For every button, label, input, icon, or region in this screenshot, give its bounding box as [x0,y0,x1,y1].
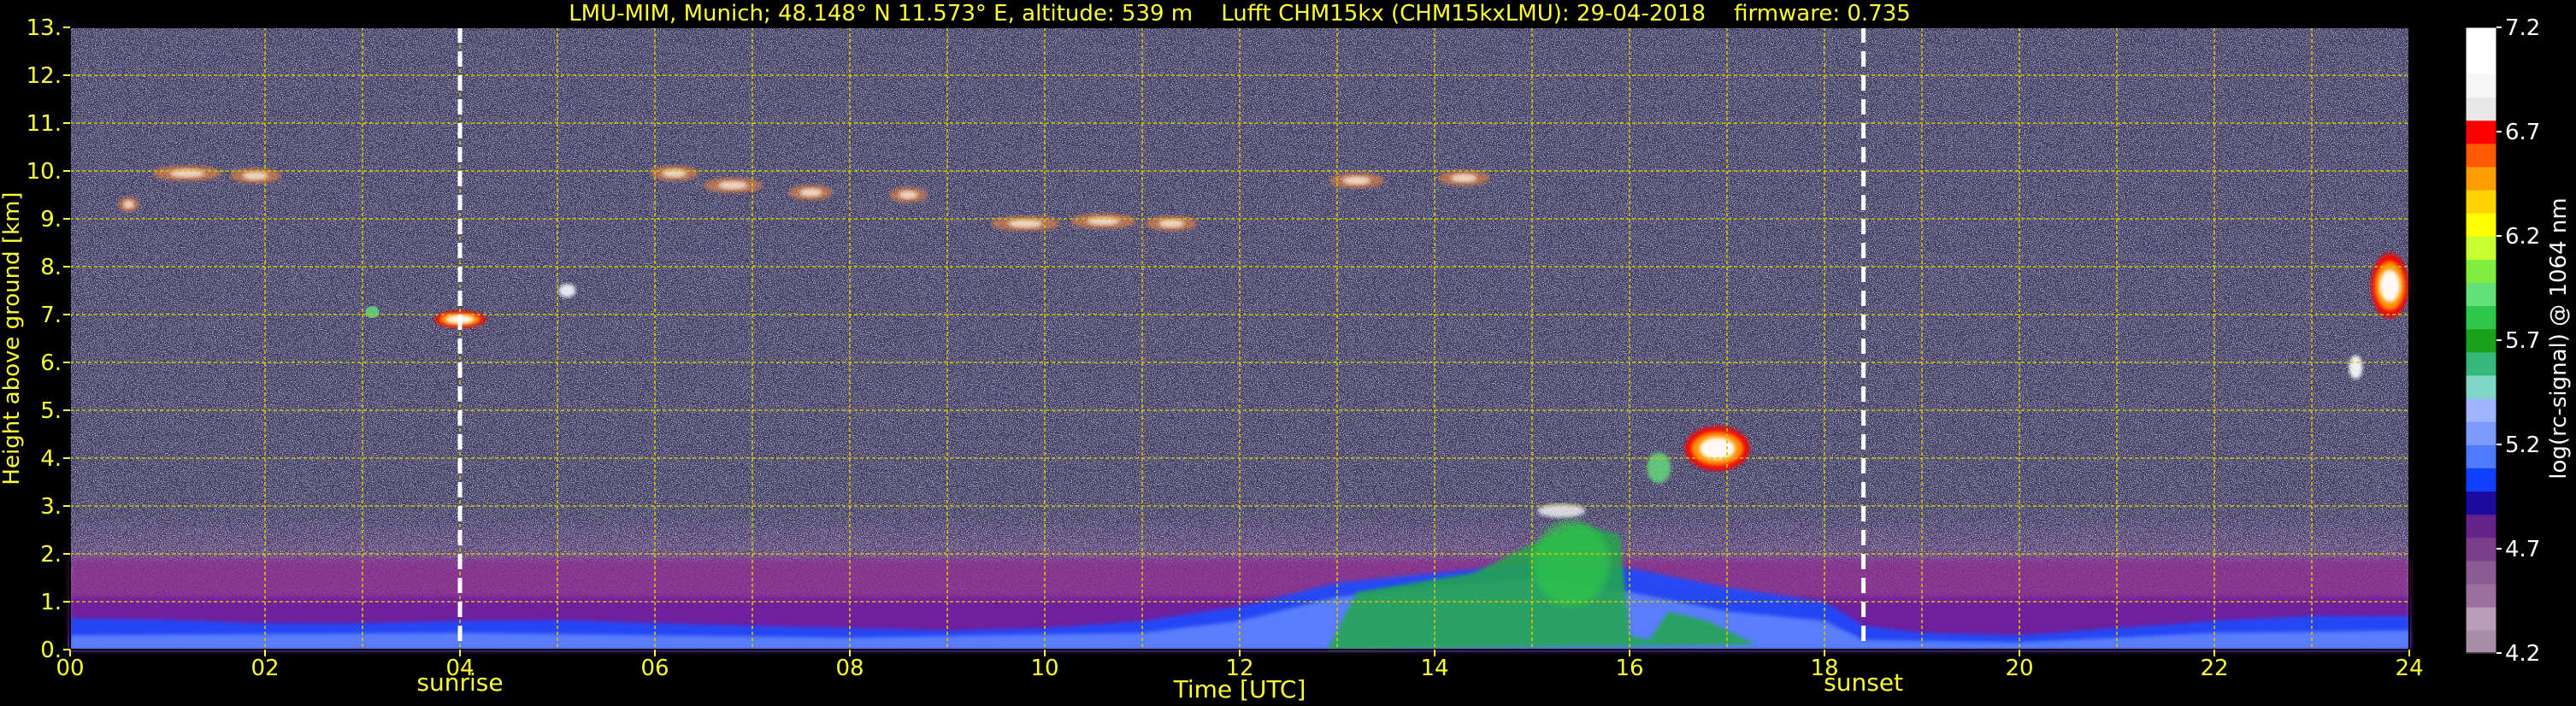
colorbar-segment [2466,189,2496,214]
colorbar-segment [2466,560,2496,585]
cirrus-7km-east [558,284,576,297]
ceilometer-chart: LMU-MIM, Munich; 48.148° N 11.573° E, al… [0,1,2572,703]
cirrus-streak-core-8 [1158,219,1185,228]
cirrus-streak-core-6 [1008,219,1043,228]
y-axis-label: Height above ground [km] [0,191,25,485]
colorbar-segment [2466,629,2496,654]
cirrus-streak-core-11 [123,200,134,209]
colorbar-segment [2466,421,2496,445]
colorbar-segment [2466,27,2496,51]
x-tick-label: 14 [1420,656,1448,681]
y-tick-label: 10. [27,159,62,185]
x-tick-label: 06 [640,656,669,681]
y-tick-label: 9. [40,207,62,232]
x-tick-label: 20 [2005,656,2033,681]
colorbar-segment [2466,374,2496,399]
colorbar-segment [2466,583,2496,608]
colorbar-segment [2466,397,2496,422]
x-tick-label: 08 [835,656,864,681]
convective-core-green [1532,521,1610,607]
cloud-16-green [1647,452,1671,484]
x-tick-label: 16 [1615,656,1643,681]
plot-area: sunrise sunset [69,26,2410,697]
y-axis: 0.1.2.3.4.5.6.7.8.9.10.11.12.13. [27,15,70,663]
y-tick-label: 2. [40,542,62,568]
cirrus-streak-core-4 [799,188,822,197]
colorbar-segment [2466,120,2496,144]
y-tick-label: 6. [40,350,62,376]
x-axis-label: Time [UTC] [1173,675,1306,703]
cloud-16-17 [1684,426,1750,471]
colorbar-tick-label: 5.7 [2505,328,2540,354]
colorbar: 4.2 4.7 5.2 5.7 6.2 6.7 7.2 [2465,15,2540,667]
x-tick-label: 18 [1810,656,1838,681]
colorbar-segment [2466,166,2496,191]
y-tick-label: 8. [40,255,62,280]
y-tick-label: 3. [40,494,62,520]
cirrus-streak-core-1 [242,171,268,180]
y-tick-label: 7. [40,303,62,328]
colorbar-tick-label: 5.2 [2505,432,2540,458]
cirrus-streak-core-5 [899,191,918,199]
colorbar-segment [2466,212,2496,237]
colorbar-label: log(rc-signal) @ 1064 nm [2546,197,2572,479]
colorbar-segment [2466,236,2496,260]
colorbar-segment [2466,143,2496,168]
colorbar-tick-label: 4.7 [2505,537,2540,562]
cirrus-streak-core-9 [1342,176,1371,185]
x-tick-label: 24 [2395,656,2423,681]
colorbar-segment [2466,537,2496,562]
cirrus-streak-core-3 [718,180,748,190]
y-tick-label: 4. [40,446,62,472]
x-tick-label: 04 [445,656,474,681]
cloud-16-17-white [1699,437,1736,460]
colorbar-segment [2466,305,2496,330]
colorbar-segment [2466,514,2496,538]
cirrus-7km-small [365,306,380,319]
x-tick-label: 00 [56,656,84,681]
y-tick-label: 12. [27,63,62,89]
chart-title: LMU-MIM, Munich; 48.148° N 11.573° E, al… [569,1,1911,26]
colorbar-segment [2466,606,2496,631]
colorbar-segment [2466,259,2496,284]
colorbar-segment [2466,328,2496,353]
y-tick-label: 1. [40,590,62,615]
colorbar-segment [2466,97,2496,121]
y-tick-label: 11. [27,111,62,137]
colorbar-tick-label: 6.7 [2505,120,2540,145]
cloud-24 [2371,253,2409,319]
y-tick-label: 5. [40,398,62,424]
cloud-23-5 [2349,355,2363,379]
colorbar-tick-label: 4.2 [2505,641,2540,667]
x-tick-label: 10 [1030,656,1058,681]
colorbar-segment [2466,282,2496,307]
colorbar-segment [2466,444,2496,468]
x-tick-label: 02 [251,656,279,681]
colorbar-tick-label: 6.2 [2505,224,2540,250]
colorbar-segment [2466,468,2496,492]
colorbar-segment [2466,50,2496,75]
colorbar-segment [2466,491,2496,515]
cloud-24-white [2379,269,2401,303]
y-tick-label: 13. [27,15,62,41]
x-tick-label: 22 [2200,656,2228,681]
colorbar-tick-label: 7.2 [2505,15,2540,41]
cirrus-streak-core-10 [1451,174,1477,183]
colorbar-segment [2466,74,2496,98]
colorbar-segment [2466,351,2496,376]
